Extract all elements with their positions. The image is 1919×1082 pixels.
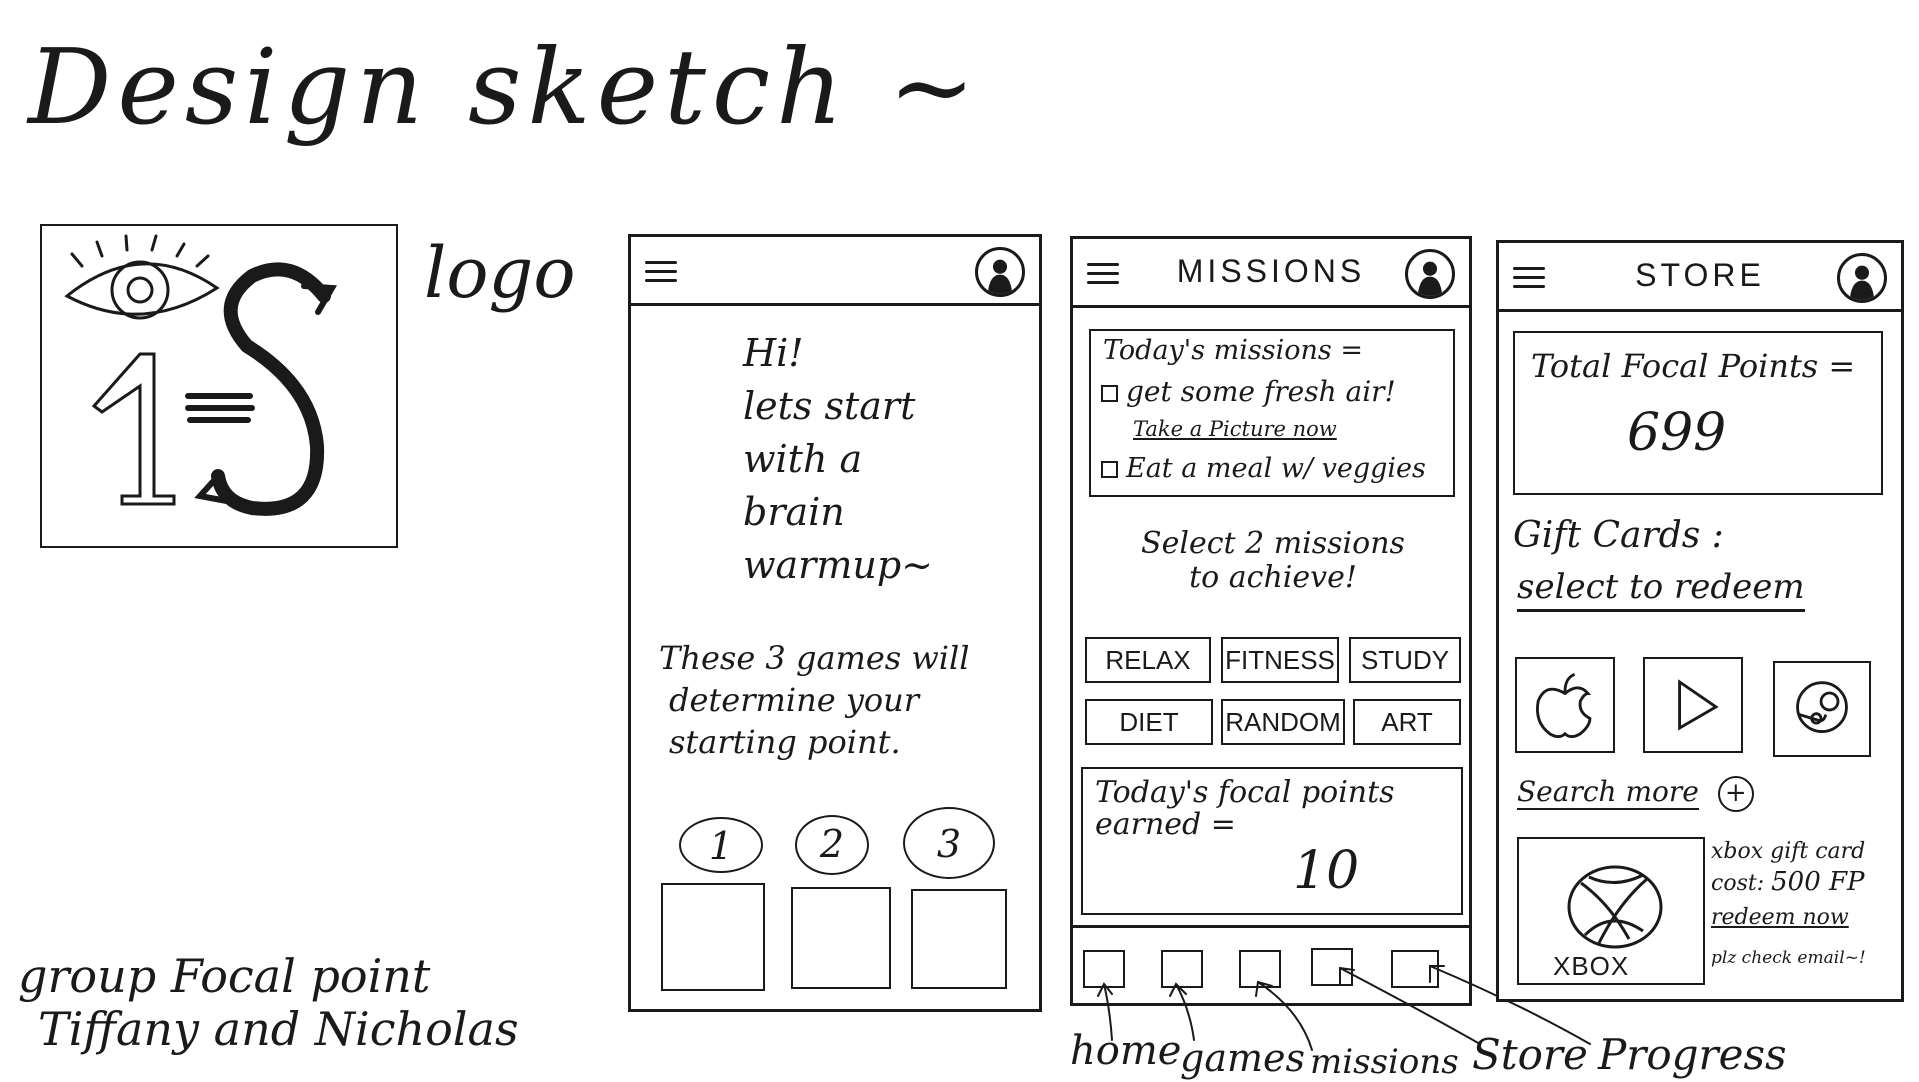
bottom-nav-bar	[1073, 925, 1469, 1006]
nav-annotation-progress: Progress	[1598, 1030, 1787, 1079]
logo-mark	[64, 234, 338, 516]
credits: group Focal point Tiffany and Nicholas	[18, 950, 519, 1056]
xbox-brand-label: XBOX	[1553, 951, 1630, 981]
category-diet-button[interactable]: DIET	[1085, 699, 1213, 745]
category-relax-button[interactable]: RELAX	[1085, 637, 1211, 683]
nav-store-button[interactable]	[1311, 948, 1353, 986]
missions-header: MISSIONS	[1073, 239, 1469, 308]
earned-label-line: earned =	[1095, 807, 1236, 842]
sketch-title: Design sketch ~	[28, 26, 982, 148]
store-screen: STORE Total Focal Points = 699 Gift Card…	[1496, 240, 1904, 1002]
credits-group: group Focal point	[18, 949, 431, 1003]
apple-gift-card[interactable]	[1515, 657, 1615, 753]
greeting-line: brain	[743, 490, 845, 534]
steam-gift-card[interactable]	[1773, 661, 1871, 757]
profile-avatar[interactable]	[1837, 253, 1887, 303]
category-study-button[interactable]: STUDY	[1349, 637, 1461, 683]
category-art-button[interactable]: ART	[1353, 699, 1461, 745]
game-number-3[interactable]: 3	[903, 807, 995, 879]
logo-box	[40, 224, 398, 548]
take-picture-link[interactable]: Take a Picture now	[1133, 417, 1337, 441]
gift-cards-subheading: select to redeem	[1517, 567, 1805, 612]
mission-item[interactable]: Eat a meal w/ veggies	[1101, 453, 1426, 484]
credits-authors: Tiffany and Nicholas	[38, 1001, 519, 1056]
category-fitness-button[interactable]: FITNESS	[1221, 637, 1339, 683]
mission-checkbox[interactable]	[1101, 385, 1118, 402]
nav-games-button[interactable]	[1161, 950, 1203, 988]
game-number-2[interactable]: 2	[795, 815, 869, 875]
nav-progress-button[interactable]	[1391, 950, 1439, 988]
greeting-line: Hi!	[743, 331, 804, 375]
xbox-card-cost: cost: 500 FP	[1711, 867, 1901, 899]
greeting-line: warmup~	[743, 543, 934, 587]
select-prompt: Select 2 missions to achieve!	[1113, 527, 1433, 595]
nav-annotation-store: Store	[1472, 1030, 1588, 1079]
search-more-link[interactable]: Search more +	[1517, 775, 1754, 812]
earned-label: Today's focal points earned =	[1095, 777, 1395, 841]
store-header: STORE	[1499, 243, 1901, 312]
apple-icon	[1536, 672, 1592, 739]
total-points-label: Total Focal Points =	[1531, 347, 1856, 385]
game-number-1[interactable]: 1	[679, 817, 763, 873]
nav-home-button[interactable]	[1083, 950, 1125, 988]
xbox-cost-label: cost:	[1711, 871, 1765, 896]
check-email-note: plz check email~!	[1711, 948, 1866, 968]
game-tile-3[interactable]	[911, 889, 1007, 989]
game-tile-2[interactable]	[791, 887, 891, 989]
info-line: determine your	[669, 681, 920, 719]
total-points-value: 699	[1627, 403, 1727, 463]
xbox-card-details: xbox gift card cost: 500 FP redeem now p…	[1711, 837, 1901, 973]
xbox-card-title: xbox gift card	[1711, 839, 1866, 864]
profile-avatar[interactable]	[975, 247, 1025, 297]
xbox-cost-value: 500 FP	[1771, 867, 1865, 897]
mission-label: get some fresh air!	[1126, 375, 1396, 408]
nav-annotation-home: home	[1070, 1028, 1182, 1074]
games-info-text: These 3 games will determine your starti…	[659, 637, 969, 763]
greeting-text: Hi! lets start with a brain warmup~	[743, 327, 933, 592]
info-line: starting point.	[669, 723, 901, 761]
welcome-screen: Hi! lets start with a brain warmup~ Thes…	[628, 234, 1042, 1012]
earned-value: 10	[1293, 841, 1360, 901]
menu-icon[interactable]	[645, 261, 677, 283]
search-more-label: Search more	[1517, 775, 1699, 810]
nav-missions-button[interactable]	[1239, 950, 1281, 988]
select-prompt-line: Select 2 missions	[1141, 526, 1405, 561]
greeting-line: lets start	[743, 384, 916, 428]
info-line: These 3 games will	[659, 639, 970, 677]
total-points-card: Total Focal Points = 699	[1513, 331, 1883, 495]
mission-checkbox[interactable]	[1101, 461, 1118, 478]
google-play-gift-card[interactable]	[1643, 657, 1743, 753]
nav-annotation-games: games	[1180, 1036, 1306, 1080]
profile-avatar[interactable]	[1405, 249, 1455, 299]
gift-cards-heading: Gift Cards :	[1513, 515, 1724, 556]
google-play-icon	[1678, 679, 1719, 731]
plus-icon[interactable]: +	[1717, 776, 1754, 812]
welcome-header	[631, 237, 1039, 306]
game-tile-1[interactable]	[661, 883, 765, 991]
steam-icon	[1796, 681, 1848, 733]
missions-screen: MISSIONS Today's missions = get some fre…	[1070, 236, 1472, 1006]
category-random-button[interactable]: RANDOM	[1221, 699, 1345, 745]
focal-points-earned-card: Today's focal points earned = 10	[1081, 767, 1463, 915]
mission-item[interactable]: get some fresh air!	[1101, 375, 1396, 408]
select-prompt-line: to achieve!	[1189, 560, 1357, 595]
redeem-now-link[interactable]: redeem now	[1711, 903, 1901, 933]
xbox-gift-card[interactable]: XBOX	[1517, 837, 1705, 985]
earned-label-line: Today's focal points	[1095, 775, 1395, 810]
nav-annotation-missions: missions	[1310, 1042, 1459, 1082]
mission-label: Eat a meal w/ veggies	[1126, 453, 1426, 484]
greeting-line: with a	[743, 437, 863, 481]
logo-label: logo	[424, 232, 576, 314]
todays-missions-heading: Today's missions =	[1103, 335, 1363, 366]
todays-missions-card: Today's missions = get some fresh air! T…	[1089, 329, 1455, 497]
